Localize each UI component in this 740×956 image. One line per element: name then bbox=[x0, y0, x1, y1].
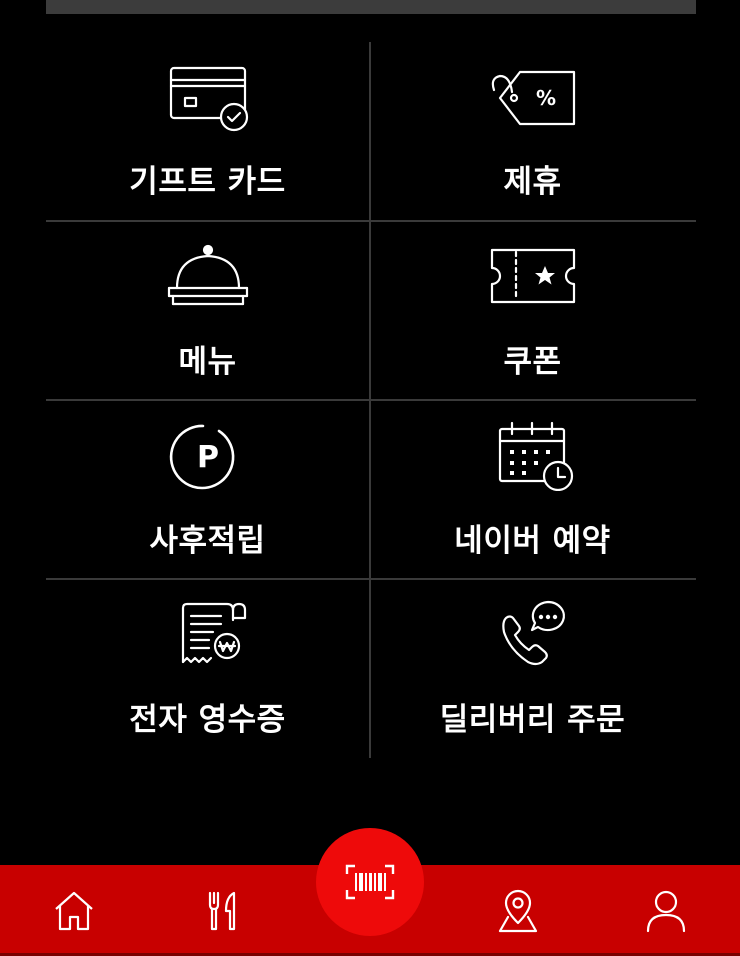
menu-item-menu[interactable]: 메뉴 bbox=[46, 222, 369, 401]
fork-knife-icon bbox=[208, 891, 236, 931]
phone-chat-icon bbox=[488, 600, 578, 670]
receipt-icon bbox=[163, 600, 253, 670]
nav-home-button[interactable] bbox=[50, 887, 98, 935]
menu-item-e-receipt[interactable]: 전자 영수증 bbox=[46, 580, 369, 759]
user-icon bbox=[646, 890, 686, 933]
coupon-ticket-icon bbox=[488, 242, 578, 312]
menu-item-naver-reservation[interactable]: 네이버 예약 bbox=[371, 401, 694, 580]
gift-card-icon bbox=[163, 62, 253, 132]
barcode-scan-button[interactable] bbox=[316, 828, 424, 936]
menu-grid: 기프트 카드 % 제휴 메뉴 쿠폰 P 사후적립 네이버 예약 전자 영수증 딜… bbox=[46, 42, 696, 758]
points-icon: P bbox=[163, 421, 253, 491]
nav-store-location-button[interactable] bbox=[494, 887, 542, 935]
menu-item-label: 전자 영수증 bbox=[129, 702, 286, 738]
menu-item-partnership[interactable]: % 제휴 bbox=[371, 42, 694, 221]
discount-tag-icon: % bbox=[488, 62, 578, 132]
menu-item-label: 메뉴 bbox=[178, 344, 237, 380]
menu-item-label: 기프트 카드 bbox=[129, 164, 286, 200]
menu-item-label: 네이버 예약 bbox=[454, 523, 611, 559]
location-pin-icon bbox=[498, 889, 538, 933]
home-icon bbox=[55, 891, 93, 931]
points-letter: P bbox=[197, 440, 219, 475]
nav-my-page-button[interactable] bbox=[642, 887, 690, 935]
menu-item-gift-card[interactable]: 기프트 카드 bbox=[46, 42, 369, 221]
menu-item-delivery-order[interactable]: 딜리버리 주문 bbox=[371, 580, 694, 759]
food-cloche-icon bbox=[163, 242, 253, 312]
tag-percent: % bbox=[535, 86, 555, 110]
menu-item-label: 딜리버리 주문 bbox=[439, 702, 626, 738]
menu-item-label: 제휴 bbox=[503, 164, 562, 200]
menu-item-label: 사후적립 bbox=[149, 523, 266, 559]
nav-menu-button[interactable] bbox=[198, 887, 246, 935]
top-bar bbox=[46, 0, 696, 14]
menu-item-coupon[interactable]: 쿠폰 bbox=[371, 222, 694, 401]
menu-item-points[interactable]: P 사후적립 bbox=[46, 401, 369, 580]
barcode-scan-icon bbox=[345, 864, 395, 900]
menu-item-label: 쿠폰 bbox=[503, 344, 562, 380]
calendar-clock-icon bbox=[488, 421, 578, 491]
